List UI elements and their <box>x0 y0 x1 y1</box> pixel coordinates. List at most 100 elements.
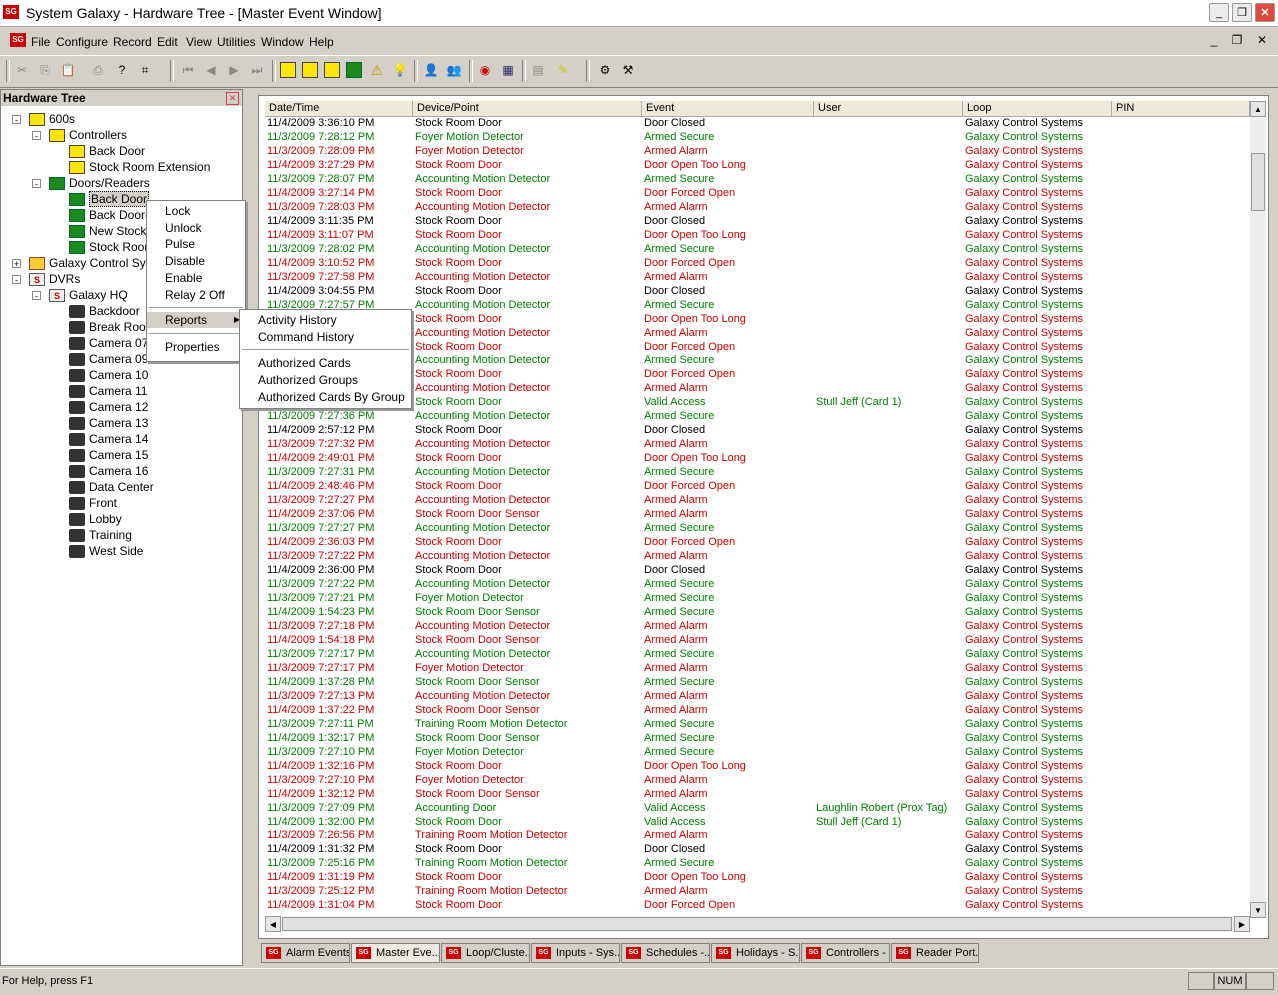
menu-record[interactable]: Record <box>113 35 152 49</box>
first-record-icon[interactable]: ⏮ <box>180 62 196 78</box>
menu-configure[interactable]: Configure <box>56 35 108 49</box>
table-row[interactable]: 11/4/2009 3:03:40 PMStock Room DoorDoor … <box>265 368 1250 382</box>
table-row[interactable]: 11/3/2009 7:27:31 PM Accounting Motion De… <box>265 466 1250 480</box>
window-tab[interactable]: SG Schedules -... <box>621 943 710 963</box>
submenu-authorized-groups[interactable]: Authorized Groups <box>240 372 411 388</box>
table-row[interactable]: 11/4/2009 3:11:35 PM Stock Room Door Door … <box>265 215 1250 229</box>
table-row[interactable]: 11/4/2009 1:32:12 PM Stock Room Door Sens… <box>265 788 1250 802</box>
table-row[interactable]: 11/3/2009 7:25:12 PM Training Room Motion… <box>265 885 1250 899</box>
tree-node[interactable]: Stock Room Extension <box>69 159 210 175</box>
previous-record-icon[interactable]: ◀ <box>203 62 219 78</box>
column-event[interactable]: Event <box>642 101 814 116</box>
table-row[interactable]: 11/4/2009 1:54:23 PM Stock Room Door Sens… <box>265 606 1250 620</box>
acknowledge-icon[interactable]: ✎ <box>555 62 571 78</box>
menu-item-relay-2-off[interactable]: Relay 2 Off <box>147 287 245 303</box>
tree-node[interactable]: Camera 11 <box>69 383 147 399</box>
collapse-icon[interactable]: - <box>12 275 21 285</box>
table-row[interactable]: 11/3/2009 7:27:52 PMAccounting Motion De… <box>265 354 1250 368</box>
cut-icon[interactable]: ✂ <box>14 62 30 78</box>
collapse-icon[interactable]: - <box>32 131 41 141</box>
column-pin[interactable]: PIN <box>1112 101 1250 116</box>
menu-utilities[interactable]: Utilities <box>217 35 256 49</box>
table-row[interactable]: 11/4/2009 3:11:07 PM Stock Room Door Door … <box>265 229 1250 243</box>
table-row[interactable]: 11/4/2009 3:03:26 PMStock Room DoorValid… <box>265 396 1250 410</box>
tree-node[interactable]: Back Door <box>69 191 150 207</box>
tree-node[interactable]: Lobby <box>69 511 122 527</box>
table-row[interactable]: 11/3/2009 7:25:16 PM Training Room Motion… <box>265 857 1250 871</box>
tree-node[interactable]: Camera 13 <box>69 415 148 431</box>
tree-node[interactable]: West Side <box>69 543 143 559</box>
table-row[interactable]: 11/3/2009 7:27:17 PM Foyer Motion Detecto… <box>265 662 1250 676</box>
menu-window[interactable]: Window <box>261 35 304 49</box>
vertical-scrollbar[interactable]: ▲ ▼ <box>1250 101 1266 918</box>
table-row[interactable]: 11/3/2009 7:27:22 PM Accounting Motion De… <box>265 550 1250 564</box>
report-icon[interactable]: ▤ <box>530 62 546 78</box>
table-row[interactable]: 11/4/2009 1:37:28 PM Stock Room Door Sens… <box>265 676 1250 690</box>
table-row[interactable]: 11/3/2009 7:27:09 PM Accounting Door Valid… <box>265 802 1250 816</box>
table-row[interactable]: 11/4/2009 2:36:03 PM Stock Room Door Door … <box>265 536 1250 550</box>
mdi-minimize-button[interactable]: _ <box>1205 32 1223 49</box>
window-tab[interactable]: SG Reader Port... <box>891 943 979 963</box>
menu-file[interactable]: File <box>31 35 50 49</box>
context-help-icon[interactable]: ⌗ <box>137 62 153 78</box>
tree-node[interactable]: Galaxy Control Syste <box>29 255 162 271</box>
table-row[interactable]: 11/3/2009 7:28:03 PM Accounting Motion De… <box>265 201 1250 215</box>
tree-node[interactable]: Camera 10 <box>69 367 148 383</box>
table-row[interactable]: 11/3/2009 7:28:02 PM Accounting Motion De… <box>265 243 1250 257</box>
table-row[interactable]: 11/3/2009 7:27:27 PM Accounting Motion De… <box>265 522 1250 536</box>
tree-node[interactable]: S Galaxy HQ <box>49 287 128 303</box>
paste-icon[interactable]: 📋 <box>60 62 76 78</box>
table-row[interactable]: 11/4/2009 2:36:00 PM Stock Room Door Door … <box>265 564 1250 578</box>
mdi-restore-button[interactable]: ❐ <box>1228 32 1246 49</box>
table-row[interactable]: 11/4/2009 1:32:00 PM Stock Room Door Valid… <box>265 816 1250 830</box>
diagnostics-icon[interactable]: ⚙ <box>597 62 613 78</box>
table-row[interactable]: 11/3/2009 7:27:21 PM Foyer Motion Detecto… <box>265 592 1250 606</box>
scroll-down-icon[interactable]: ▼ <box>1250 902 1266 918</box>
table-row[interactable]: 11/4/2009 3:27:29 PM Stock Room Door Door … <box>265 159 1250 173</box>
window-tab[interactable]: SG Controllers - ... <box>801 943 890 963</box>
table-row[interactable]: 11/3/2009 7:28:12 PM Foyer Motion Detecto… <box>265 131 1250 145</box>
table-row[interactable]: 11/4/2009 1:54:18 PM Stock Room Door Sens… <box>265 634 1250 648</box>
document-logo-icon[interactable]: SG <box>10 33 26 47</box>
table-row[interactable]: 11/3/2009 7:27:36 PM Accounting Motion De… <box>265 410 1250 424</box>
event-grid-icon[interactable]: ▦ <box>500 62 516 78</box>
table-row[interactable]: 11/3/2009 7:28:09 PM Foyer Motion Detecto… <box>265 145 1250 159</box>
tree-node[interactable]: Camera 16 <box>69 463 148 479</box>
window-tab[interactable]: SG Alarm Events <box>261 943 350 963</box>
next-record-icon[interactable]: ▶ <box>226 62 242 78</box>
table-row[interactable]: 11/3/2009 7:27:27 PM Accounting Motion De… <box>265 494 1250 508</box>
copy-icon[interactable]: ⎘ <box>37 62 53 78</box>
table-row[interactable]: 11/3/2009 7:27:32 PM Accounting Motion De… <box>265 438 1250 452</box>
column-device-point[interactable]: Device/Point <box>413 101 642 116</box>
horizontal-scrollbar[interactable]: ◀ ▶ <box>265 916 1250 932</box>
table-row[interactable]: 11/3/2009 7:27:48 PMAccounting Motion De… <box>265 382 1250 396</box>
collapse-icon[interactable]: - <box>32 179 41 189</box>
table-row[interactable]: 11/4/2009 3:04:55 PM Stock Room Door Door … <box>265 285 1250 299</box>
window-tab[interactable]: SG Loop/Cluste... <box>441 943 530 963</box>
door-icon[interactable] <box>346 62 362 78</box>
submenu-authorized-cards[interactable]: Authorized Cards <box>240 355 411 371</box>
close-icon[interactable]: ✕ <box>226 92 239 105</box>
table-row[interactable]: 11/4/2009 1:31:19 PM Stock Room Door Door … <box>265 871 1250 885</box>
submenu-authorized-cards-by-group[interactable]: Authorized Cards By Group <box>240 389 411 405</box>
access-group-icon[interactable]: 👥 <box>446 62 462 78</box>
tree-node[interactable]: S DVRs <box>29 271 80 287</box>
menu-item-reports[interactable]: Reports ▶ <box>147 312 245 328</box>
scroll-left-icon[interactable]: ◀ <box>265 916 281 932</box>
tree-node[interactable]: Back Door(t <box>69 207 152 223</box>
table-row[interactable]: 11/3/2009 7:27:57 PM Accounting Motion De… <box>265 299 1250 313</box>
table-row[interactable]: 11/4/2009 3:36:10 PM Stock Room Door Door … <box>265 117 1250 131</box>
table-row[interactable]: 11/3/2009 7:27:11 PM Training Room Motion… <box>265 718 1250 732</box>
tree-node[interactable]: Camera 09 <box>69 351 148 367</box>
collapse-icon[interactable]: - <box>12 115 21 125</box>
menu-item-disable[interactable]: Disable <box>147 253 245 269</box>
hardware-tree-icon[interactable] <box>280 62 296 78</box>
table-row[interactable]: 11/3/2009 7:26:56 PM Training Room Motion… <box>265 829 1250 843</box>
maximize-button[interactable]: ❐ <box>1232 3 1252 22</box>
window-tab[interactable]: SG Holidays - S... <box>711 943 800 963</box>
table-row[interactable]: 11/4/2009 3:27:14 PM Stock Room Door Door … <box>265 187 1250 201</box>
table-row[interactable]: 11/4/2009 1:32:16 PM Stock Room Door Door … <box>265 760 1250 774</box>
vertical-scroll-thumb[interactable] <box>1251 153 1265 211</box>
menu-item-pulse[interactable]: Pulse <box>147 236 245 252</box>
table-row[interactable]: 11/4/2009 3:04:28 PMStock Room DoorDoor … <box>265 313 1250 327</box>
